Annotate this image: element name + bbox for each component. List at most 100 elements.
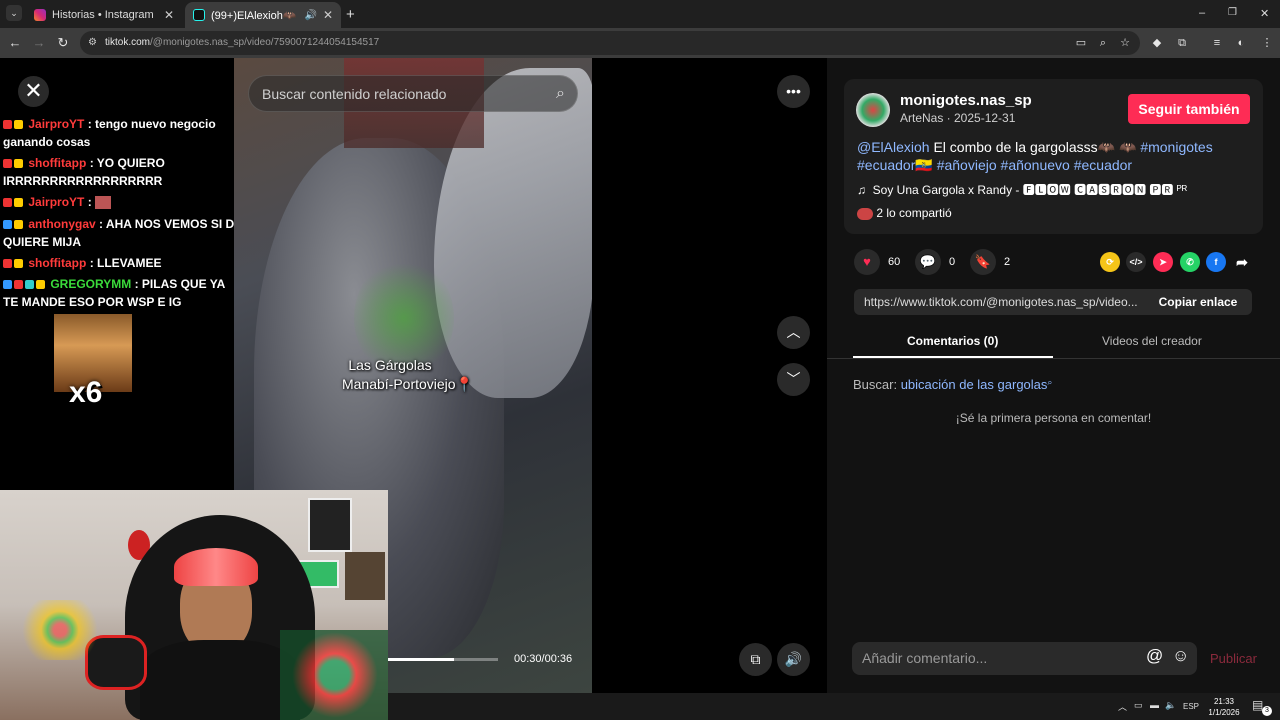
address-bar[interactable]: ⚙ tiktok.com/@monigotes.nas_sp/video/759… <box>80 31 1140 55</box>
close-window-button[interactable]: ✕ <box>1260 7 1269 20</box>
chat-message: GREGORYMM : PILAS QUE YA TE MANDE ESO PO… <box>3 275 233 311</box>
embed-icon[interactable]: </> <box>1126 252 1146 272</box>
close-tab-icon[interactable]: ✕ <box>323 8 333 22</box>
tab-creator-videos[interactable]: Videos del creador <box>1102 334 1202 348</box>
battery-icon[interactable]: ▬ <box>1150 700 1159 710</box>
site-info-icon[interactable]: ⚙ <box>88 31 97 55</box>
video-progress-bar[interactable] <box>388 658 498 661</box>
send-icon[interactable]: ➤ <box>1153 252 1173 272</box>
chat-text: : <box>87 195 92 209</box>
crown-badge-icon <box>36 280 45 290</box>
extension-icon[interactable]: ◆ <box>1148 34 1166 52</box>
hashtag-link[interactable]: #añoviejo <box>937 157 997 173</box>
music-row[interactable]: ♫ Soy Una Gargola x Randy - 🅵🅻🅾🆆 🅲🅰🆂🆁🅾🅽 … <box>857 181 1187 198</box>
webcam-overlay <box>0 490 388 720</box>
bookmark-star-icon[interactable]: ☆ <box>1116 34 1134 52</box>
menu-icon[interactable]: ⋮ <box>1258 34 1276 52</box>
copy-link-button[interactable]: Copiar enlace <box>1144 289 1252 315</box>
search-icon[interactable]: ⌕ <box>556 76 565 112</box>
zoom-icon[interactable]: ⌕ <box>1094 34 1112 52</box>
repost-icon[interactable]: ⟳ <box>1100 252 1120 272</box>
extensions-puzzle-icon[interactable]: ⧉ <box>1173 34 1191 52</box>
emote-icon <box>95 196 112 210</box>
audio-icon[interactable]: 🔊 <box>304 10 316 21</box>
tray-expand-icon[interactable]: ︿ <box>1118 700 1127 713</box>
copy-link-row: https://www.tiktok.com/@monigotes.nas_sp… <box>854 289 1252 315</box>
browser-tab-bar: ⌄ Historias • Instagram ✕ (99+)ElAlexioh… <box>0 0 1280 28</box>
share-arrow-icon[interactable]: ➦ <box>1232 252 1252 272</box>
creator-username[interactable]: monigotes.nas_sp <box>900 92 1032 109</box>
more-options-button[interactable]: ••• <box>777 75 810 108</box>
hashtag-link[interactable]: #ecuador <box>1074 157 1132 173</box>
floating-player-button[interactable]: ⧉ <box>739 643 772 676</box>
whatsapp-icon[interactable]: ✆ <box>1180 252 1200 272</box>
browser-toolbar: ← → ↻ ⚙ tiktok.com/@monigotes.nas_sp/vid… <box>0 28 1280 58</box>
comment-search-suggestion[interactable]: Buscar: ubicación de las gargolas⌕ <box>853 377 1052 392</box>
creator-subline: ArteNas · 2025-12-31 <box>900 111 1016 125</box>
clock-time: 21:33 <box>1213 697 1235 706</box>
hashtag-link[interactable]: #ecuador🇪🇨 <box>857 157 933 173</box>
windows-taskbar <box>388 693 1280 720</box>
language-indicator[interactable]: ESP <box>1183 702 1199 711</box>
emoji-icon[interactable]: ☺ <box>1172 646 1189 666</box>
comment-icon[interactable]: 💬 <box>915 249 941 275</box>
publish-button[interactable]: Publicar <box>1210 651 1257 666</box>
mention-icon[interactable]: @ <box>1146 646 1163 666</box>
cast-icon[interactable]: ▭ <box>1072 34 1090 52</box>
new-tab-button[interactable]: + <box>346 6 355 23</box>
bookmark-icon[interactable]: 🔖 <box>970 249 996 275</box>
tab-comments[interactable]: Comentarios (0) <box>907 334 998 348</box>
tab-tiktok[interactable]: (99+)ElAlexioh🦇 (@elalexi 🔊 ✕ <box>185 2 341 28</box>
like-stat[interactable]: ♥ 60 <box>854 249 900 275</box>
video-description: @ElAlexioh El combo de la gargolasss🦇 🦇 … <box>857 138 1237 174</box>
video-caption-line1: Las Gárgolas <box>348 357 432 373</box>
close-video-button[interactable]: ✕ <box>18 76 49 107</box>
next-video-button[interactable]: ﹀ <box>777 363 810 396</box>
back-icon[interactable]: ← <box>6 34 24 52</box>
close-tab-icon[interactable]: ✕ <box>164 8 174 22</box>
chat-text: : LLEVAMEE <box>89 256 162 270</box>
taskbar-clock[interactable]: 21:33 1/1/2026 <box>1204 696 1244 718</box>
music-title: Soy Una Gargola x Randy - 🅵🅻🅾🆆 🅲🅰🆂🆁🅾🅽 🅿🆁… <box>872 183 1188 197</box>
volume-button[interactable]: 🔊 <box>777 643 810 676</box>
reload-icon[interactable]: ↻ <box>54 34 72 52</box>
like-count: 60 <box>888 256 901 268</box>
volume-tray-icon[interactable]: 🔈 <box>1165 700 1176 711</box>
hashtag-link[interactable]: #monigotes <box>1140 139 1212 155</box>
mention-link[interactable]: @ElAlexioh <box>857 139 930 155</box>
save-stat[interactable]: 🔖 2 <box>970 249 1010 275</box>
restore-button[interactable]: ❐ <box>1228 7 1237 18</box>
search-query[interactable]: ubicación de las gargolas <box>901 377 1048 392</box>
badge-icon <box>3 259 12 269</box>
chat-username: shoffitapp <box>28 256 87 270</box>
avatar[interactable] <box>856 93 890 127</box>
hashtag-link[interactable]: #añonuevo <box>1001 157 1070 173</box>
minimize-button[interactable]: – <box>1199 7 1205 19</box>
music-note-icon: ♫ <box>857 183 866 197</box>
shared-row: 2 lo compartió <box>857 206 952 220</box>
tab-divider <box>827 358 1280 359</box>
media-control-icon[interactable]: ≡ <box>1208 34 1226 52</box>
emote-count: x6 <box>69 376 103 409</box>
chat-username: shoffitapp <box>28 156 87 170</box>
tab-label: Historias • Instagram <box>52 9 154 21</box>
wall-poster <box>308 498 352 552</box>
facebook-icon[interactable]: f <box>1206 252 1226 272</box>
profile-icon[interactable]: ◐ <box>1232 34 1250 52</box>
wall-poster <box>345 552 385 600</box>
tab-label: (99+)ElAlexioh🦇 (@elalexi <box>211 9 298 22</box>
tab-instagram[interactable]: Historias • Instagram ✕ <box>26 2 182 28</box>
badge-icon <box>3 159 12 169</box>
crown-badge-icon <box>14 198 23 208</box>
related-search-input[interactable]: Buscar contenido relacionado ⌕ <box>248 75 578 112</box>
video-caption-line2: Manabí-Portoviejo📍 <box>341 376 474 392</box>
chat-username: JairproYT <box>28 117 85 131</box>
follow-button[interactable]: Seguir también <box>1128 94 1250 124</box>
empty-comments-message: ¡Sé la primera persona en comentar! <box>955 411 1152 425</box>
forward-icon[interactable]: → <box>30 34 48 52</box>
previous-video-button[interactable]: ︿ <box>777 316 810 349</box>
comment-stat[interactable]: 💬 0 <box>915 249 955 275</box>
network-icon[interactable]: ▭ <box>1134 700 1143 711</box>
heart-icon[interactable]: ♥ <box>854 249 880 275</box>
tab-search-button[interactable]: ⌄ <box>6 5 22 21</box>
